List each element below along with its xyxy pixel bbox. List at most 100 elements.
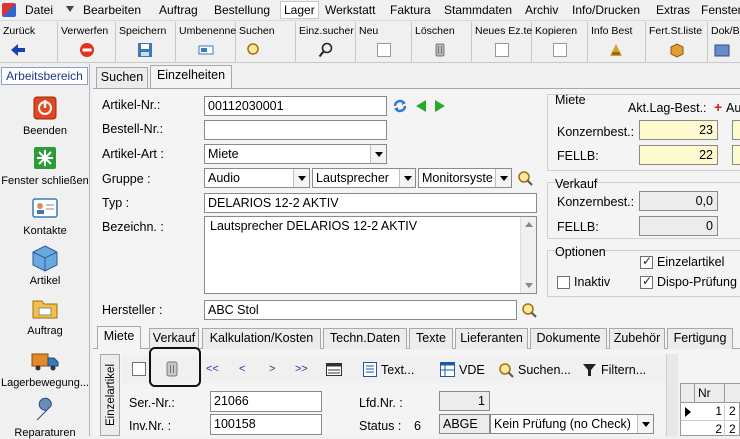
chevron-down-icon[interactable] bbox=[293, 169, 309, 187]
bestell-nr-field[interactable] bbox=[204, 120, 387, 140]
delete-button[interactable]: Löschen bbox=[412, 22, 472, 62]
verkauf-konzernbest-field: 0,0 bbox=[639, 191, 718, 211]
grid-header-nr[interactable]: Nr bbox=[695, 384, 725, 403]
chevron-down-icon[interactable] bbox=[495, 169, 511, 187]
search-icon[interactable] bbox=[521, 302, 537, 318]
tab-miete[interactable]: Miete bbox=[97, 326, 141, 349]
ser-nr-field[interactable]: 21066 bbox=[210, 391, 322, 412]
text-button[interactable]: Text... bbox=[381, 363, 414, 377]
menu-archiv[interactable]: Archiv bbox=[525, 3, 558, 17]
einzelartikel-vertical-tab[interactable]: Einzelartikel bbox=[100, 354, 120, 436]
tab-texte[interactable]: Texte bbox=[409, 328, 453, 349]
discard-button[interactable]: Verwerfen bbox=[58, 22, 116, 62]
menu-bestellung[interactable]: Bestellung bbox=[214, 3, 270, 17]
sidebar-item-artikel[interactable]: Artikel bbox=[0, 244, 90, 287]
filter-icon[interactable] bbox=[583, 364, 596, 377]
text-icon[interactable] bbox=[363, 362, 377, 377]
sidebar-item-fenster-schliessen[interactable]: Fenster schließen bbox=[0, 144, 90, 187]
menu-datei[interactable]: Datei bbox=[25, 3, 53, 17]
miete-fellb-extra[interactable] bbox=[732, 145, 740, 165]
tab-suchen[interactable]: Suchen bbox=[96, 67, 148, 88]
menu-stammdaten[interactable]: Stammdaten bbox=[444, 3, 512, 17]
menu-lager[interactable]: Lager bbox=[280, 1, 319, 19]
gruppe-select-3[interactable]: Monitorsyste bbox=[418, 168, 512, 188]
gruppe-select-1[interactable]: Audio bbox=[204, 168, 310, 188]
tab-zubehoer[interactable]: Zubehör bbox=[609, 328, 665, 349]
typ-field[interactable]: DELARIOS 12-2 AKTIV bbox=[204, 193, 537, 213]
inv-nr-field[interactable]: 100158 bbox=[210, 414, 322, 435]
chevron-down-icon[interactable] bbox=[525, 283, 533, 288]
add-icon[interactable]: + bbox=[714, 99, 722, 115]
hersteller-field[interactable]: ABC Stol bbox=[204, 300, 517, 320]
prev-record-icon[interactable] bbox=[414, 99, 428, 113]
menu-fenster[interactable]: Fenster bbox=[701, 3, 740, 17]
tab-lieferanten[interactable]: Lieferanten bbox=[455, 328, 528, 349]
chevron-down-icon[interactable] bbox=[637, 415, 653, 433]
sidebar-item-auftrag[interactable]: Auftrag bbox=[0, 294, 90, 337]
vde-icon[interactable] bbox=[440, 362, 455, 377]
back-arrow-icon bbox=[11, 44, 25, 56]
tab-kalkulation-kosten[interactable]: Kalkulation/Kosten bbox=[202, 328, 321, 349]
rename-button[interactable]: Umbenenne bbox=[176, 22, 236, 62]
scrollbar[interactable] bbox=[520, 217, 536, 293]
artikel-nr-field[interactable]: 00112030001 bbox=[204, 96, 387, 116]
miete-konzernbest-field[interactable]: 23 bbox=[639, 120, 718, 140]
menu-auftrag[interactable]: Auftrag bbox=[159, 3, 198, 17]
select-checkbox[interactable] bbox=[132, 362, 146, 376]
nav-next-button[interactable]: > bbox=[269, 363, 275, 375]
menu-bearbeiten[interactable]: Bearbeiten bbox=[83, 3, 141, 17]
miete-konzernbest-extra[interactable] bbox=[732, 120, 740, 140]
search-button[interactable]: Suchen bbox=[236, 22, 296, 62]
sidebar-item-beenden[interactable]: Beenden bbox=[0, 94, 90, 137]
menu-werkstatt[interactable]: Werkstatt bbox=[325, 3, 375, 17]
vertical-scrollbar[interactable] bbox=[666, 354, 678, 436]
new-button[interactable]: Neu bbox=[356, 22, 412, 62]
gruppe-select-2[interactable]: Lautsprecher bbox=[312, 168, 416, 188]
menu-faktura[interactable]: Faktura bbox=[390, 3, 431, 17]
inaktiv-checkbox[interactable] bbox=[557, 276, 570, 289]
tab-fertigung[interactable]: Fertigung bbox=[667, 328, 733, 349]
sidebar-item-kontakte[interactable]: Kontakte bbox=[0, 194, 90, 237]
list-view-icon[interactable] bbox=[326, 363, 342, 376]
suchen-button[interactable]: Suchen... bbox=[518, 363, 571, 377]
next-record-icon[interactable] bbox=[433, 99, 447, 113]
single-search-button[interactable]: Einz.sucher bbox=[296, 22, 356, 62]
filtern-button[interactable]: Filtern... bbox=[601, 363, 646, 377]
production-list-button[interactable]: Fert.St.liste bbox=[646, 22, 708, 62]
tab-techn-daten[interactable]: Techn.Daten bbox=[323, 328, 407, 349]
chevron-up-icon[interactable] bbox=[525, 222, 533, 227]
document-button[interactable]: Dok/B bbox=[708, 22, 740, 62]
chevron-down-icon[interactable] bbox=[370, 145, 386, 163]
copy-button[interactable]: Kopieren bbox=[532, 22, 588, 62]
nav-first-button[interactable]: << bbox=[206, 363, 219, 375]
nav-last-button[interactable]: >> bbox=[295, 363, 308, 375]
einzelartikel-checkbox[interactable] bbox=[640, 254, 653, 269]
table-row[interactable]: 1 2 bbox=[681, 403, 740, 421]
search-icon[interactable] bbox=[517, 170, 533, 186]
menu-extras[interactable]: Extras bbox=[656, 3, 690, 17]
app-icon[interactable] bbox=[2, 3, 16, 17]
refresh-icon[interactable] bbox=[392, 98, 408, 114]
sidebar-item-lagerbewegung[interactable]: Lagerbewegung... bbox=[0, 346, 90, 389]
tab-einzelheiten[interactable]: Einzelheiten bbox=[150, 65, 232, 88]
back-button[interactable]: Zurück bbox=[0, 22, 58, 62]
artikel-art-select[interactable]: Miete bbox=[204, 144, 387, 164]
info-best-button[interactable]: Info Best bbox=[588, 22, 646, 62]
tab-verkauf[interactable]: Verkauf bbox=[149, 328, 199, 349]
tab-dokumente[interactable]: Dokumente bbox=[530, 328, 607, 349]
chevron-down-icon[interactable] bbox=[66, 6, 74, 12]
menu-info-drucken[interactable]: Info/Drucken bbox=[572, 3, 640, 17]
vde-button[interactable]: VDE bbox=[459, 363, 485, 377]
sidebar-title[interactable]: Arbeitsbereich bbox=[1, 67, 88, 85]
sidebar-item-reparaturen[interactable]: Reparaturen bbox=[0, 396, 90, 439]
search-icon[interactable] bbox=[498, 362, 514, 378]
table-row[interactable]: 2 2 bbox=[681, 421, 740, 437]
nav-prev-button[interactable]: < bbox=[239, 363, 245, 375]
miete-fellb-field[interactable]: 22 bbox=[639, 145, 718, 165]
chevron-down-icon[interactable] bbox=[399, 169, 415, 187]
status-select[interactable]: Kein Prüfung (no Check) bbox=[490, 414, 654, 434]
dispo-pruefung-checkbox[interactable] bbox=[640, 274, 653, 289]
new-item-button[interactable]: Neues Ez.te bbox=[472, 22, 532, 62]
bezeichn-textarea[interactable]: Lautsprecher DELARIOS 12-2 AKTIV bbox=[204, 216, 537, 294]
save-button[interactable]: Speichern bbox=[116, 22, 176, 62]
